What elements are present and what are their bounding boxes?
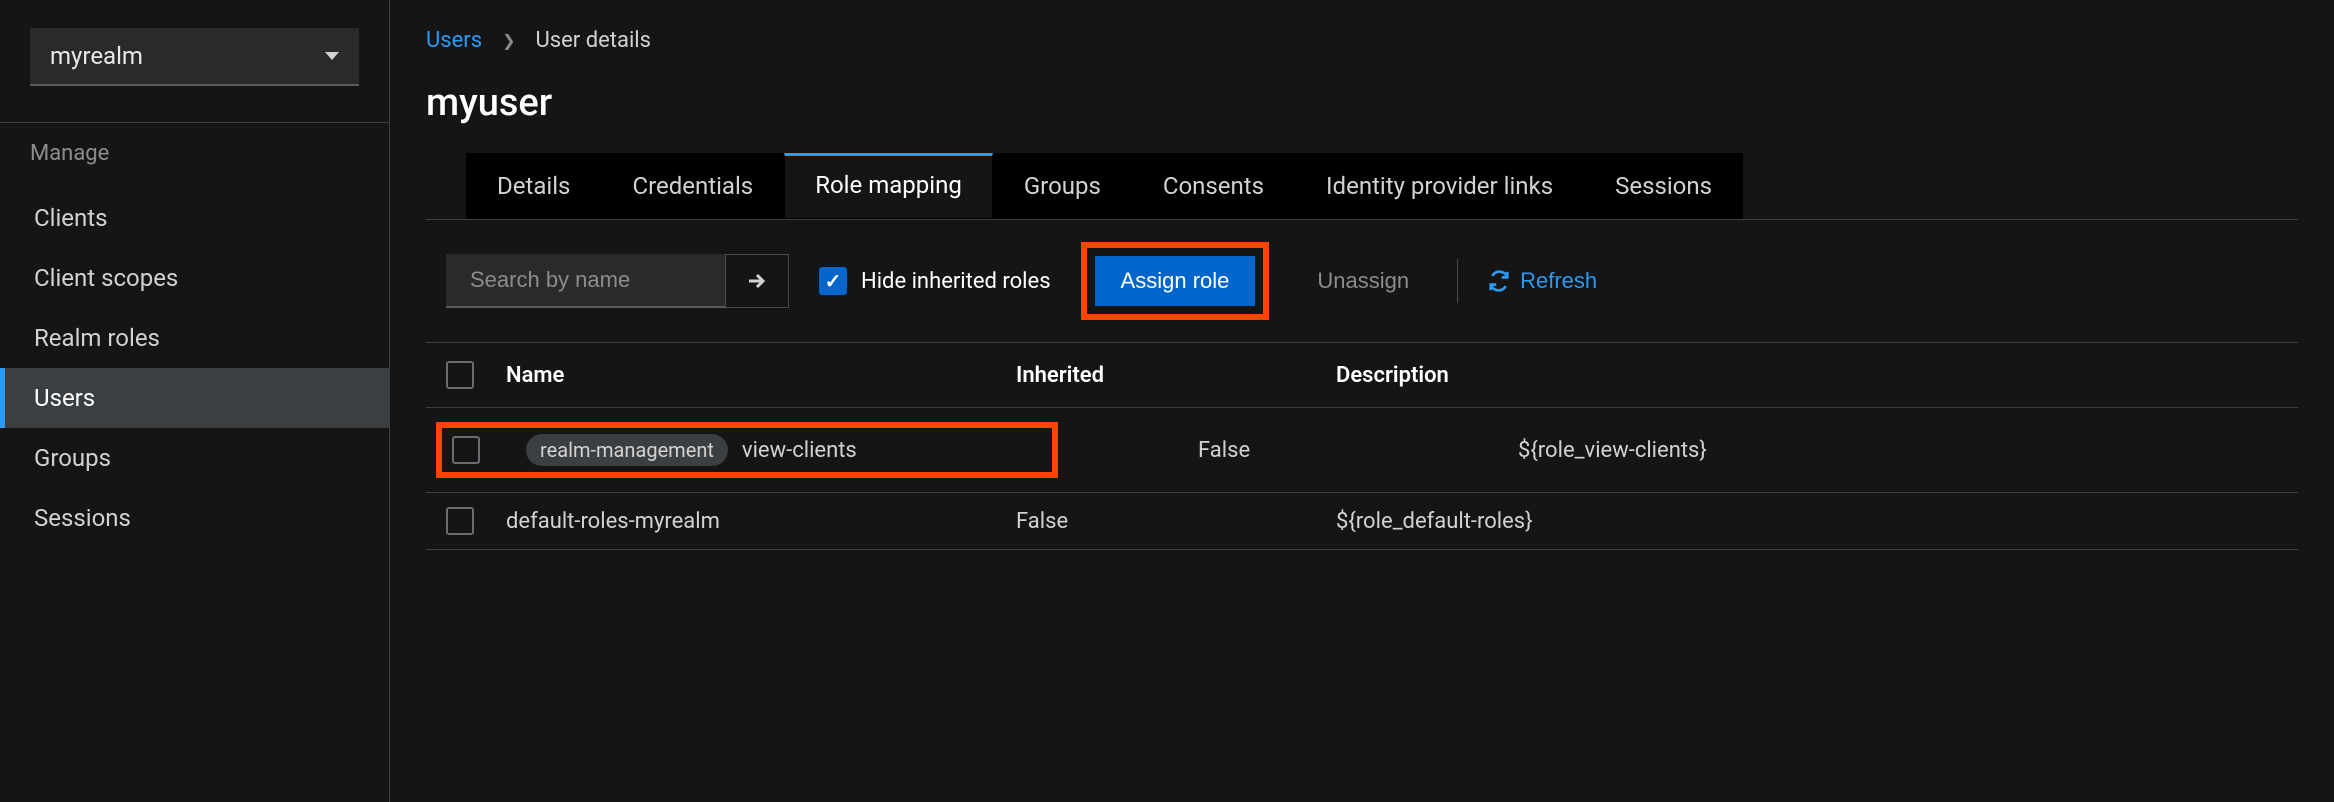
- tab-role-mapping[interactable]: Role mapping: [784, 153, 993, 219]
- sidebar-item-realm-roles[interactable]: Realm roles: [0, 308, 389, 368]
- tab-identity-provider-links[interactable]: Identity provider links: [1295, 153, 1584, 219]
- role-name: view-clients: [742, 438, 857, 463]
- search-input-container: [446, 254, 726, 308]
- realm-selector-container: myrealm: [0, 0, 389, 122]
- search-submit-button[interactable]: [725, 254, 789, 308]
- role-name: default-roles-myrealm: [506, 509, 720, 534]
- sidebar-item-groups[interactable]: Groups: [0, 428, 389, 488]
- chevron-down-icon: [325, 52, 339, 60]
- search-group: [446, 254, 789, 308]
- refresh-icon: [1488, 270, 1510, 292]
- toolbar: Hide inherited roles Assign role Unassig…: [426, 219, 2298, 343]
- assign-role-highlight: Assign role: [1081, 242, 1270, 320]
- sidebar-item-client-scopes[interactable]: Client scopes: [0, 248, 389, 308]
- realm-selector[interactable]: myrealm: [30, 28, 359, 86]
- breadcrumb-current: User details: [536, 28, 652, 53]
- page-title: myuser: [426, 81, 2298, 125]
- arrow-right-icon: [745, 269, 769, 293]
- tab-credentials[interactable]: Credentials: [601, 153, 784, 219]
- tabs: Details Credentials Role mapping Groups …: [466, 153, 2298, 219]
- role-inherited: False: [1016, 509, 1336, 534]
- table-row: realm-management view-clients False ${ro…: [426, 408, 2298, 493]
- tab-sessions[interactable]: Sessions: [1584, 153, 1743, 219]
- role-description: ${role_default-roles}: [1336, 509, 2278, 534]
- role-client-badge: realm-management: [526, 434, 728, 466]
- column-header-inherited: Inherited: [1016, 363, 1336, 388]
- sidebar-item-clients[interactable]: Clients: [0, 188, 389, 248]
- sidebar-item-users[interactable]: Users: [0, 368, 389, 428]
- assign-role-button[interactable]: Assign role: [1095, 256, 1256, 306]
- column-header-description: Description: [1336, 363, 2278, 388]
- refresh-label: Refresh: [1520, 268, 1597, 294]
- table-header: Name Inherited Description: [426, 343, 2298, 408]
- realm-selector-label: myrealm: [50, 42, 143, 70]
- sidebar: myrealm Manage Clients Client scopes Rea…: [0, 0, 390, 802]
- chevron-right-icon: ❯: [502, 31, 515, 50]
- tab-details[interactable]: Details: [466, 153, 601, 219]
- role-description: ${role_view-clients}: [1518, 438, 2278, 463]
- row-checkbox[interactable]: [452, 436, 480, 464]
- table-row: default-roles-myrealm False ${role_defau…: [426, 493, 2298, 550]
- select-all-checkbox[interactable]: [446, 361, 474, 389]
- row-checkbox[interactable]: [446, 507, 474, 535]
- sidebar-section-header: Manage: [0, 122, 389, 188]
- role-inherited: False: [1198, 438, 1518, 463]
- search-input[interactable]: [470, 267, 758, 293]
- breadcrumb: Users ❯ User details: [426, 28, 2298, 53]
- tab-groups[interactable]: Groups: [993, 153, 1132, 219]
- hide-inherited-control: Hide inherited roles: [819, 267, 1051, 295]
- sidebar-item-sessions[interactable]: Sessions: [0, 488, 389, 548]
- tab-consents[interactable]: Consents: [1132, 153, 1295, 219]
- column-header-name: Name: [496, 363, 1016, 388]
- breadcrumb-users-link[interactable]: Users: [426, 28, 482, 53]
- hide-inherited-checkbox[interactable]: [819, 267, 847, 295]
- toolbar-divider: [1457, 259, 1458, 303]
- main-content: Users ❯ User details myuser Details Cred…: [390, 0, 2334, 802]
- role-table: Name Inherited Description realm-managem…: [426, 343, 2298, 550]
- row-highlight: realm-management view-clients: [436, 422, 1058, 478]
- unassign-button[interactable]: Unassign: [1299, 256, 1427, 306]
- refresh-button[interactable]: Refresh: [1488, 268, 1597, 294]
- hide-inherited-label: Hide inherited roles: [861, 269, 1051, 294]
